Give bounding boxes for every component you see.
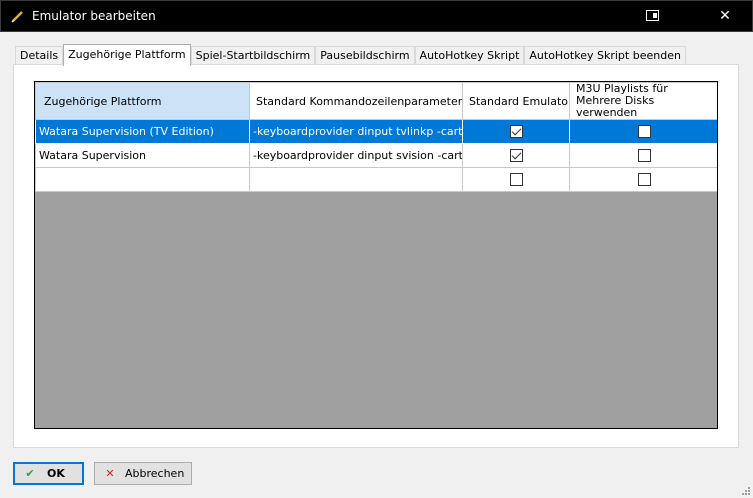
ok-button[interactable]: ✔ OK (13, 462, 84, 485)
table-row-new[interactable] (35, 167, 717, 192)
params-cell[interactable]: -keyboardprovider dinput svision -cart1 (249, 143, 463, 168)
tab-zugehoerige-plattform[interactable]: Zugehörige Plattform (63, 44, 191, 66)
table-row[interactable]: Watara Supervision (TV Edition) -keyboar… (35, 119, 717, 144)
column-header-params[interactable]: Standard Kommandozeilenparameter (249, 82, 463, 120)
tab-details[interactable]: Details (15, 46, 64, 66)
m3u-checkbox[interactable] (637, 149, 651, 163)
params-cell[interactable]: -keyboardprovider dinput tvlinkp -cart1 (249, 119, 463, 144)
title-bar: Emulator bearbeiten ✕ (0, 0, 753, 32)
tab-strip: Details Zugehörige Plattform Spiel-Start… (15, 44, 686, 66)
platform-grid[interactable]: Zugehörige Plattform Standard Kommandoze… (34, 81, 718, 429)
tab-panel: Zugehörige Plattform Standard Kommandoze… (13, 64, 739, 448)
tab-autohotkey-skript[interactable]: AutoHotkey Skript (414, 46, 525, 66)
snap-layout-icon[interactable] (633, 1, 673, 31)
column-header-m3u[interactable]: M3U Playlists für Mehrere Disks verwende… (569, 82, 717, 120)
m3u-cell[interactable] (569, 119, 717, 144)
tab-autohotkey-skript-beenden[interactable]: AutoHotkey Skript beenden (524, 46, 686, 66)
m3u-checkbox[interactable] (637, 125, 651, 139)
grid-header-row: Zugehörige Plattform Standard Kommandoze… (35, 82, 717, 120)
m3u-cell[interactable] (569, 143, 717, 168)
close-icon[interactable]: ✕ (705, 1, 745, 31)
platform-cell[interactable]: Watara Supervision (TV Edition) (35, 119, 250, 144)
checkmark-icon: ✔ (25, 467, 35, 480)
table-row[interactable]: Watara Supervision -keyboardprovider din… (35, 143, 717, 168)
window-title: Emulator bearbeiten (32, 9, 156, 23)
pencil-icon (10, 8, 26, 24)
cancel-button-label: Abbrechen (125, 467, 185, 480)
ok-button-label: OK (47, 467, 65, 480)
default-emulator-checkbox[interactable] (509, 125, 523, 139)
platform-cell[interactable]: Watara Supervision (35, 143, 250, 168)
default-emulator-cell[interactable] (462, 143, 570, 168)
params-cell[interactable] (249, 167, 463, 192)
m3u-checkbox[interactable] (637, 173, 651, 187)
m3u-cell[interactable] (569, 167, 717, 192)
tab-pausebildschirm[interactable]: Pausebildschirm (315, 46, 415, 66)
default-emulator-checkbox[interactable] (509, 173, 523, 187)
platform-cell[interactable] (35, 167, 250, 192)
resize-grip-icon[interactable] (741, 486, 751, 496)
cancel-button[interactable]: ✕ Abbrechen (94, 462, 192, 485)
default-emulator-checkbox[interactable] (509, 149, 523, 163)
tab-spiel-startbildschirm[interactable]: Spiel-Startbildschirm (190, 46, 316, 66)
column-header-default-emulator[interactable]: Standard Emulator (462, 82, 570, 120)
cross-icon: ✕ (105, 467, 115, 480)
column-header-platform[interactable]: Zugehörige Plattform (35, 82, 250, 120)
default-emulator-cell[interactable] (462, 119, 570, 144)
default-emulator-cell[interactable] (462, 167, 570, 192)
